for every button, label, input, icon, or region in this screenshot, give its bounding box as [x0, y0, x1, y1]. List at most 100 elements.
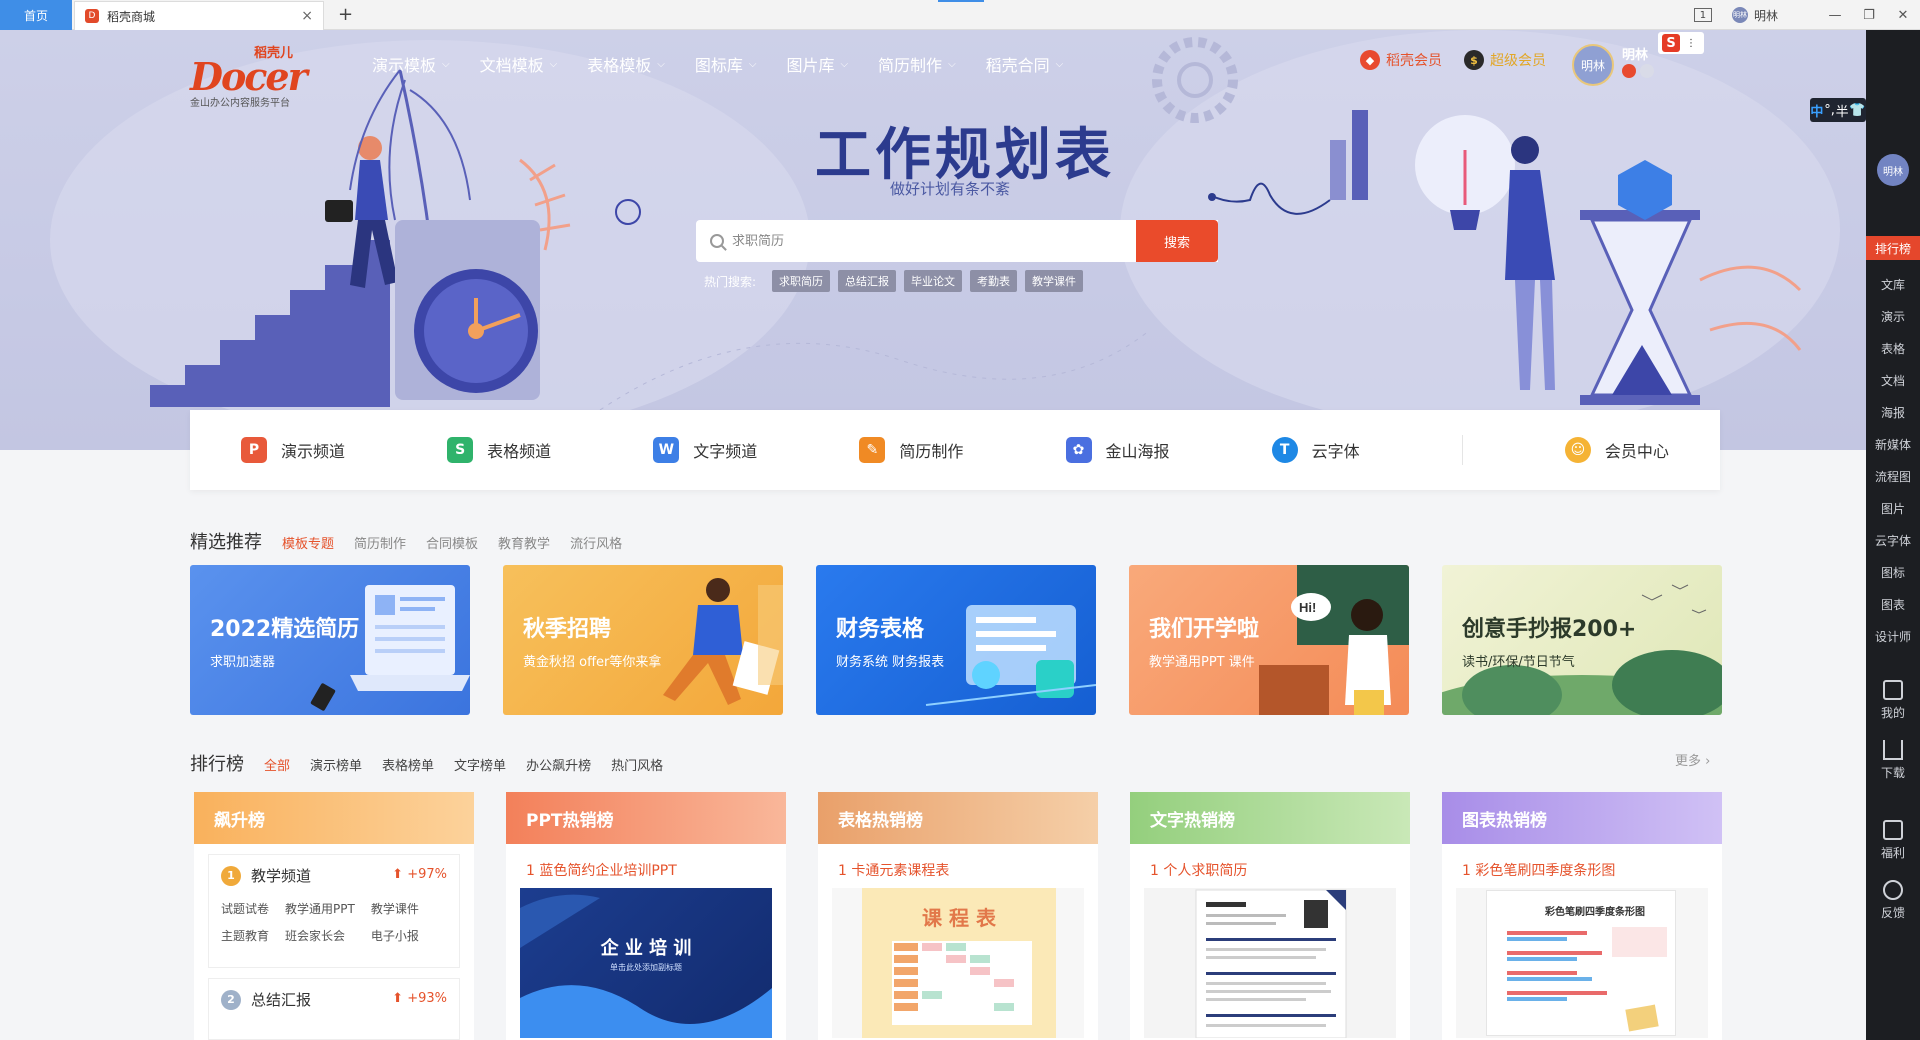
soaring-tag[interactable]: 试题试卷	[221, 900, 269, 917]
channel-resume[interactable]: ✎ 简历制作	[859, 437, 963, 463]
featured-card-handcopy[interactable]: 创意手抄报200+ 读书/环保/节日节气	[1442, 565, 1722, 715]
hero-banner[interactable]: 稻壳儿 Docer 金山办公内容服务平台 演示模板 ⌵ 文档模板 ⌵ 表格模板 ⌵ 图…	[0, 30, 1866, 450]
sidebar-item-flowchart[interactable]: 流程图	[1866, 460, 1920, 492]
new-tab-button[interactable]: +	[338, 4, 353, 25]
nav-doc-templates[interactable]: 文档模板 ⌵	[480, 52, 558, 76]
sidebar-item-images[interactable]: 图片	[1866, 492, 1920, 524]
sidebar-item-new-media[interactable]: 新媒体	[1866, 428, 1920, 460]
sidebar-item-document[interactable]: 文档	[1866, 364, 1920, 396]
nav-icon-library[interactable]: 图标库 ⌵	[695, 52, 757, 76]
sidebar-tool-mine[interactable]: 我的	[1866, 680, 1920, 721]
more-link[interactable]: 更多 ›	[1675, 750, 1710, 769]
channel-member-center[interactable]: ☺ 会员中心	[1564, 437, 1669, 463]
minimize-button[interactable]: —	[1818, 8, 1852, 23]
tab-docer-store[interactable]: D 稻壳商城 ×	[74, 1, 324, 30]
featured-filter[interactable]: 合同模板	[426, 533, 478, 552]
ranking-filter[interactable]: 热门风格	[611, 755, 663, 774]
rank-header[interactable]: 图表热销榜	[1442, 792, 1722, 844]
sidebar-avatar[interactable]: 明林	[1877, 154, 1909, 186]
rank-header[interactable]: 飙升榜	[194, 792, 474, 844]
rank-first-item[interactable]: 1 卡通元素课程表	[818, 844, 1098, 880]
soaring-item[interactable]: 2 总结汇报 ⬆ +93%	[208, 978, 460, 1040]
featured-card-recruit[interactable]: 秋季招聘 黄金秋招 offer等你来拿	[503, 565, 783, 715]
rank-first-item[interactable]: 1 蓝色简约企业培训PPT	[506, 844, 786, 880]
featured-filter[interactable]: 流行风格	[570, 533, 622, 552]
nav-sheet-templates[interactable]: 表格模板 ⌵	[587, 52, 665, 76]
channel-ppt[interactable]: P 演示频道	[241, 437, 345, 463]
nav-ppt-templates[interactable]: 演示模板 ⌵	[372, 52, 450, 76]
channel-poster[interactable]: ✿ 金山海报	[1065, 437, 1170, 463]
ime-punct-icon[interactable]: °,	[1824, 103, 1835, 118]
featured-card-finance[interactable]: 财务表格 财务系统 财务报表	[816, 565, 1096, 715]
sidebar-tool-feedback[interactable]: 反馈	[1866, 880, 1920, 921]
ranking-filter[interactable]: 文字榜单	[454, 755, 506, 774]
rank-header[interactable]: PPT热销榜	[506, 792, 786, 844]
channel-cloud-font[interactable]: T 云字体	[1271, 437, 1360, 463]
user-name[interactable]: 明林	[1754, 7, 1778, 24]
window-count-badge[interactable]: 1	[1693, 8, 1712, 22]
rank-header[interactable]: 文字热销榜	[1130, 792, 1410, 844]
ranking-filter[interactable]: 全部	[264, 755, 290, 774]
sidebar-item-ranking[interactable]: 排行榜	[1866, 236, 1920, 260]
ime-half-width[interactable]: 半	[1836, 101, 1849, 120]
hot-tag[interactable]: 毕业论文	[904, 270, 963, 292]
hot-tag[interactable]: 教学课件	[1025, 270, 1084, 292]
search-button[interactable]: 搜索	[1136, 220, 1218, 262]
docer-member-link[interactable]: ◆ 稻壳会员	[1360, 50, 1442, 70]
featured-filter[interactable]: 模板专题	[282, 533, 334, 552]
channel-writer[interactable]: W 文字频道	[653, 437, 757, 463]
search-input[interactable]	[732, 233, 1152, 249]
close-window-button[interactable]: ✕	[1886, 8, 1920, 23]
soaring-tag[interactable]: 教学课件	[371, 900, 419, 917]
nav-image-library[interactable]: 图片库 ⌵	[786, 52, 848, 76]
sidebar-item-cloud-font[interactable]: 云字体	[1866, 524, 1920, 556]
sidebar-item-charts[interactable]: 图表	[1866, 588, 1920, 620]
sidebar-item-designer[interactable]: 设计师	[1866, 620, 1920, 652]
ime-chinese-mode[interactable]: 中	[1810, 101, 1823, 120]
rank-first-item[interactable]: 1 个人求职简历	[1130, 844, 1410, 880]
tab-home[interactable]: 首页	[0, 0, 72, 30]
ime-skin-icon[interactable]: 👕	[1849, 103, 1865, 118]
featured-filter[interactable]: 教育教学	[498, 533, 550, 552]
user-avatar-small[interactable]: 明林	[1731, 7, 1748, 23]
ranking-filter[interactable]: 演示榜单	[310, 755, 362, 774]
soaring-tag[interactable]: 班会家长会	[285, 927, 355, 944]
nav-label: 文档模板	[479, 56, 544, 75]
soaring-item[interactable]: 1 教学频道 ⬆ +97% 试题试卷 教学通用PPT 教学课件 主题教育 班会家长…	[208, 854, 460, 968]
sidebar-item-sheet[interactable]: 表格	[1866, 332, 1920, 364]
chart-thumbnail[interactable]: 彩色笔刷四季度条形图	[1456, 888, 1708, 1038]
tab-close-icon[interactable]: ×	[301, 8, 313, 24]
soaring-tag[interactable]: 教学通用PPT	[285, 900, 355, 917]
featured-card-school[interactable]: Hi! 我们开学啦 教学通用PPT 课件	[1129, 565, 1409, 715]
sidebar-item-icons[interactable]: 图标	[1866, 556, 1920, 588]
ranking-filter[interactable]: 办公飙升榜	[526, 755, 591, 774]
channel-sheet[interactable]: S 表格频道	[447, 437, 551, 463]
hot-tag[interactable]: 考勤表	[970, 270, 1018, 292]
nav-resume[interactable]: 简历制作 ⌵	[878, 52, 956, 76]
featured-filter[interactable]: 简历制作	[354, 533, 406, 552]
sidebar-item-poster[interactable]: 海报	[1866, 396, 1920, 428]
docer-logo[interactable]: 稻壳儿 Docer 金山办公内容服务平台	[190, 42, 310, 109]
ime-toolbar[interactable]: 中 °, 半 👕	[1810, 98, 1866, 122]
restore-button[interactable]: ❐	[1852, 8, 1886, 23]
rank-header[interactable]: 表格热销榜	[818, 792, 1098, 844]
ppt-thumbnail[interactable]: 企 业 培 训 单击此处添加副标题	[520, 888, 772, 1038]
super-member-link[interactable]: $ 超级会员	[1464, 50, 1546, 70]
rank-first-item[interactable]: 1 彩色笔刷四季度条形图	[1442, 844, 1722, 880]
sidebar-tool-download[interactable]: 下载	[1866, 740, 1920, 781]
avatar[interactable]: 明林	[1572, 44, 1614, 86]
soaring-tag[interactable]: 电子小报	[371, 927, 419, 944]
sidebar-item-presentation[interactable]: 演示	[1866, 300, 1920, 332]
hot-tag[interactable]: 求职简历	[772, 270, 831, 292]
sidebar-item-library[interactable]: 文库	[1866, 268, 1920, 300]
featured-card-resume[interactable]: 2022精选简历 求职加速器	[190, 565, 470, 715]
username[interactable]: 明林	[1622, 44, 1648, 63]
sheet-thumbnail[interactable]: 课 程 表	[832, 888, 1084, 1038]
resume-thumbnail[interactable]	[1144, 888, 1396, 1038]
ranking-filter[interactable]: 表格榜单	[382, 755, 434, 774]
sidebar-tool-welfare[interactable]: 福利	[1866, 820, 1920, 861]
hot-tag[interactable]: 总结汇报	[838, 270, 897, 292]
nav-contracts[interactable]: 稻壳合同 ⌵	[986, 52, 1064, 76]
wps-s-widget[interactable]: S ⋮	[1658, 32, 1704, 54]
soaring-tag[interactable]: 主题教育	[221, 927, 269, 944]
